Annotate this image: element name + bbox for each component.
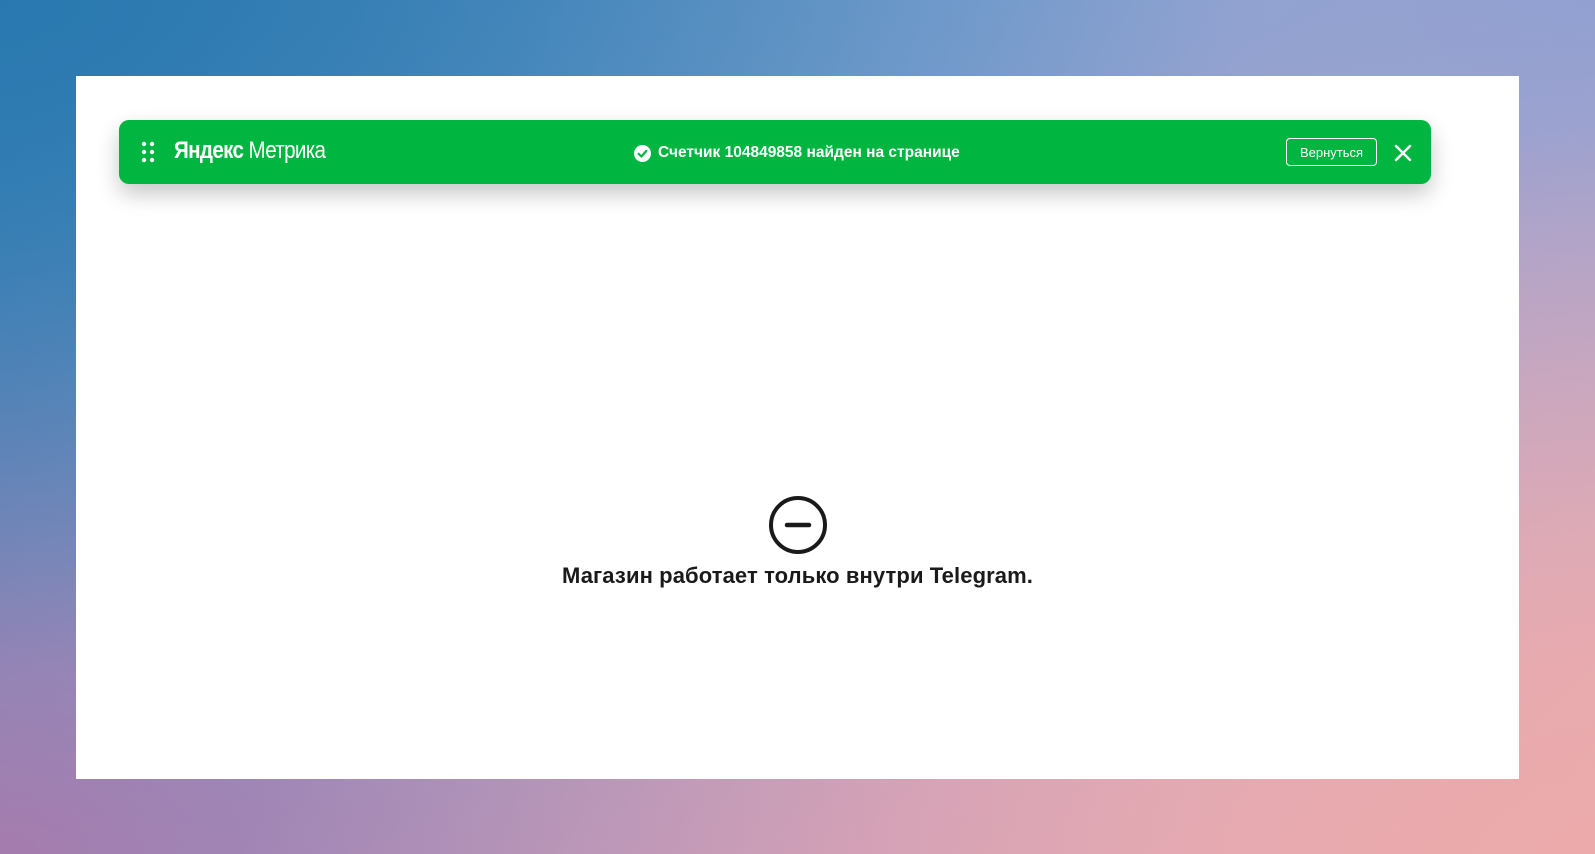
- close-icon[interactable]: [1393, 143, 1413, 163]
- telegram-only-notice: Магазин работает только внутри Telegram.: [76, 495, 1519, 589]
- block-icon: [768, 496, 827, 554]
- drag-handle-icon[interactable]: [141, 140, 155, 164]
- counter-status: Счетчик 104849858 найден на странице: [634, 142, 960, 164]
- page-viewport: Яндекс Метрика Счетчик 104849858 найден …: [76, 76, 1519, 779]
- status-text: Счетчик 104849858 найден на странице: [658, 144, 960, 161]
- yandex-metrika-logo: Яндекс Метрика: [174, 135, 326, 167]
- brand-secondary: Метрика: [248, 137, 326, 164]
- check-circle-icon: [634, 144, 651, 162]
- metrika-toolbar: Яндекс Метрика Счетчик 104849858 найден …: [119, 120, 1431, 184]
- return-button[interactable]: Вернуться: [1286, 138, 1377, 166]
- brand-primary: Яндекс: [174, 137, 244, 164]
- notice-text: Магазин работает только внутри Telegram.: [562, 563, 1033, 588]
